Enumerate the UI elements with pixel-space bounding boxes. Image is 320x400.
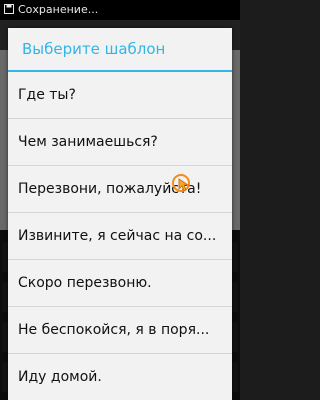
template-item[interactable]: Извините, я сейчас на со... [8, 213, 232, 260]
template-item[interactable]: Иду домой. [8, 354, 232, 400]
status-notification-text: Сохранение... [18, 3, 99, 16]
template-item[interactable]: Где ты? [8, 72, 232, 119]
save-icon [4, 4, 14, 14]
touch-indicator-icon [172, 174, 190, 192]
template-list[interactable]: Где ты? Чем занимаешься? Перезвони, пожа… [8, 72, 232, 400]
status-bar: Сохранение... [0, 0, 240, 20]
template-item[interactable]: Чем занимаешься? [8, 119, 232, 166]
template-item[interactable]: Перезвони, пожалуйста! [8, 166, 232, 213]
template-item[interactable]: Скоро перезвоню. [8, 260, 232, 307]
dialog-title: Выберите шаблон [22, 40, 166, 58]
template-picker-dialog: Выберите шаблон Где ты? Чем занимаешься?… [8, 28, 232, 400]
template-item[interactable]: Не беспокойся, я в поря... [8, 307, 232, 354]
screen: Сохранение... Выберите шаблон Где ты? Че… [0, 0, 240, 400]
